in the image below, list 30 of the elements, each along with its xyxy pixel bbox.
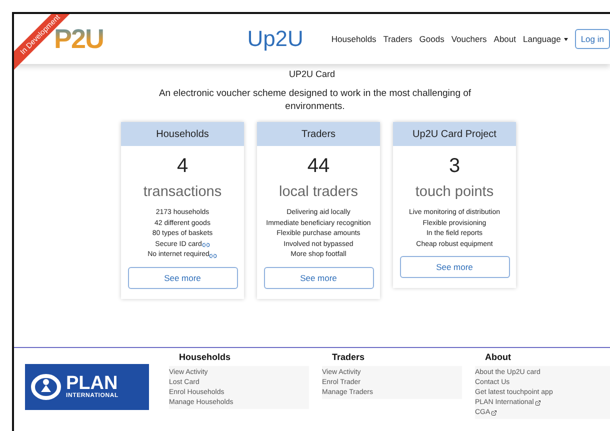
- stat-unit: local traders: [279, 184, 358, 200]
- see-more-button[interactable]: See more: [128, 266, 238, 289]
- nav-link[interactable]: Vouchers: [451, 34, 487, 44]
- figure-icon: [31, 372, 61, 402]
- footer-heading: Traders: [331, 352, 366, 362]
- see-more-button[interactable]: See more: [400, 256, 510, 278]
- card-title: Up2U Card Project: [393, 122, 516, 146]
- stat-number: 44: [307, 155, 330, 178]
- link-icon[interactable]: [209, 252, 218, 260]
- stat-unit: transactions: [143, 184, 222, 200]
- intro-heading: UP2U Card: [288, 69, 335, 79]
- stat-number: 3: [448, 155, 460, 178]
- card-title: Traders: [257, 122, 380, 146]
- login-button[interactable]: Log in: [574, 29, 610, 49]
- nav-link[interactable]: Households: [331, 34, 376, 44]
- footer-heading: About: [484, 352, 512, 362]
- footer-heading: Households: [178, 352, 232, 362]
- card-title: Households: [121, 122, 244, 146]
- nav-link[interactable]: Goods: [419, 34, 444, 44]
- stat-unit: touch points: [415, 184, 494, 200]
- intro-text: An electronic voucher scheme designed to work in the most challenging of environments.: [158, 87, 472, 113]
- nav-link[interactable]: About: [494, 34, 516, 44]
- site-title: Up2U: [246, 26, 304, 52]
- see-more-button[interactable]: See more: [264, 266, 374, 289]
- language-dropdown[interactable]: Language: [523, 34, 568, 44]
- link-icon[interactable]: [202, 241, 210, 250]
- plan-name: PLAN: [66, 375, 118, 393]
- caret-icon: [564, 38, 568, 40]
- nav-link[interactable]: Traders: [383, 34, 412, 44]
- stat-number: 4: [176, 155, 188, 178]
